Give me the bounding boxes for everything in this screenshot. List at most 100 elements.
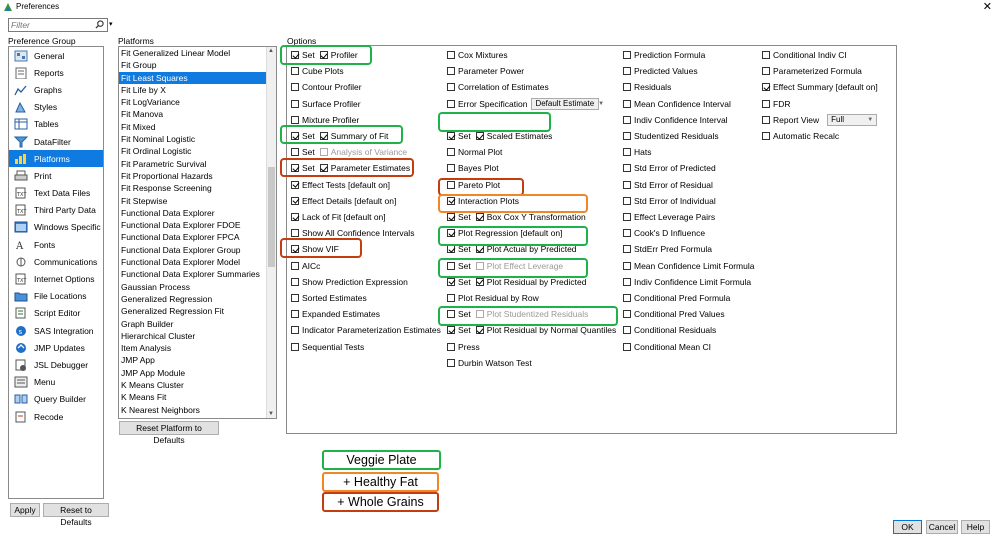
option-row[interactable]: AICc — [291, 260, 320, 272]
option-checkbox[interactable] — [291, 115, 299, 124]
option-row[interactable]: Pareto Plot — [447, 179, 500, 191]
option-row[interactable]: Indicator Parameterization Estimates — [291, 324, 441, 336]
option-checkbox[interactable] — [475, 326, 484, 335]
scrollbar-thumb[interactable] — [268, 167, 275, 267]
option-row[interactable]: Conditional Pred Formula — [623, 292, 730, 304]
platform-item[interactable]: Fit Group — [119, 59, 276, 71]
platform-item[interactable]: JMP App — [119, 354, 276, 366]
option-row[interactable]: Conditional Residuals — [623, 324, 716, 336]
option-checkbox[interactable] — [291, 326, 299, 335]
set-checkbox[interactable] — [447, 326, 455, 335]
option-row[interactable]: Effect Leverage Pairs — [623, 211, 715, 223]
option-checkbox[interactable] — [291, 196, 299, 205]
platform-item[interactable]: Fit Proportional Hazards — [119, 170, 276, 182]
set-checkbox[interactable] — [291, 132, 299, 140]
preference-group-item[interactable]: File Locations — [9, 288, 103, 305]
option-row[interactable]: Error Specification Default Estimate ▼ — [447, 97, 604, 110]
platform-item[interactable]: Graph Builder — [119, 318, 276, 330]
platform-item[interactable]: Functional Data Explorer Summaries — [119, 268, 276, 280]
set-checkbox[interactable] — [291, 164, 299, 173]
preference-group-item[interactable]: Script Editor — [9, 305, 103, 322]
option-row[interactable]: Indiv Confidence Interval — [623, 114, 728, 126]
option-checkbox[interactable] — [291, 261, 299, 270]
preference-group-item[interactable]: Reports — [9, 64, 103, 81]
option-row[interactable]: Set Profiler — [291, 49, 358, 61]
option-checkbox[interactable] — [623, 115, 631, 124]
platform-item[interactable]: Fit Stepwise — [119, 195, 276, 207]
option-checkbox[interactable] — [623, 164, 631, 173]
option-checkbox[interactable] — [291, 180, 299, 189]
option-row[interactable]: Bayes Plot — [447, 162, 499, 174]
platform-item[interactable]: Fit LogVariance — [119, 96, 276, 108]
preference-group-item[interactable]: Communications — [9, 253, 103, 270]
option-row[interactable]: Set Plot Residual by Normal Quantiles — [447, 324, 616, 336]
option-row[interactable]: Std Error of Residual — [623, 179, 713, 191]
option-checkbox[interactable] — [623, 83, 631, 92]
option-checkbox[interactable] — [762, 115, 770, 124]
option-checkbox[interactable] — [291, 342, 299, 351]
platform-item[interactable]: Fit Generalized Linear Model — [119, 47, 276, 59]
option-row[interactable]: Conditional Indiv CI — [762, 49, 847, 61]
platform-item[interactable]: Fit Mixed — [119, 121, 276, 133]
platforms-scrollbar[interactable]: ▲ ▼ — [266, 47, 276, 418]
set-checkbox[interactable] — [447, 132, 455, 140]
option-dropdown[interactable]: Full ▼ — [827, 113, 878, 126]
option-checkbox[interactable] — [447, 180, 455, 189]
option-checkbox[interactable] — [623, 148, 631, 157]
option-row[interactable]: Sequential Tests — [291, 341, 364, 353]
option-checkbox[interactable] — [291, 229, 299, 238]
preference-group-item[interactable]: Print — [9, 167, 103, 184]
option-checkbox[interactable] — [447, 358, 455, 367]
platform-item[interactable]: Gaussian Process — [119, 281, 276, 293]
filter-input[interactable] — [9, 19, 95, 31]
option-checkbox[interactable] — [623, 51, 631, 59]
option-row[interactable]: FDR — [762, 98, 790, 110]
platform-item[interactable]: K Means Fit — [119, 391, 276, 403]
option-row[interactable]: Effect Summary [default on] — [762, 81, 878, 93]
option-checkbox[interactable] — [762, 132, 770, 140]
set-checkbox[interactable] — [447, 261, 455, 270]
set-checkbox[interactable] — [447, 245, 455, 254]
search-icon[interactable] — [95, 20, 104, 29]
preference-group-item[interactable]: TXT Internet Options — [9, 270, 103, 287]
option-row[interactable]: Surface Profiler — [291, 98, 361, 110]
option-checkbox[interactable] — [291, 310, 299, 319]
platform-item[interactable]: Generalized Regression — [119, 293, 276, 305]
option-checkbox[interactable] — [762, 99, 770, 108]
option-checkbox[interactable] — [291, 294, 299, 302]
platform-item[interactable]: Item Analysis — [119, 342, 276, 354]
scroll-down-icon[interactable]: ▼ — [268, 411, 274, 417]
option-row[interactable]: Automatic Recalc — [762, 130, 839, 142]
option-checkbox[interactable] — [762, 83, 770, 92]
preference-group-item[interactable]: TXT Text Data Files — [9, 185, 103, 202]
preference-group-item[interactable]: Styles — [9, 99, 103, 116]
option-checkbox[interactable] — [447, 196, 455, 205]
platform-item[interactable]: Functional Data Explorer — [119, 207, 276, 219]
option-checkbox[interactable] — [319, 132, 328, 140]
platform-item[interactable]: Fit Manova — [119, 108, 276, 120]
option-checkbox[interactable] — [291, 83, 299, 92]
option-row[interactable]: Sorted Estimates — [291, 292, 367, 304]
option-checkbox[interactable] — [623, 229, 631, 238]
option-checkbox[interactable] — [623, 196, 631, 205]
option-checkbox[interactable] — [623, 326, 631, 335]
option-checkbox[interactable] — [447, 229, 455, 238]
option-row[interactable]: Parameterized Formula — [762, 65, 862, 77]
option-row[interactable]: Conditional Mean CI — [623, 341, 711, 353]
option-checkbox[interactable] — [762, 67, 770, 76]
preference-group-item[interactable]: Query Builder — [9, 391, 103, 408]
option-checkbox[interactable] — [291, 67, 299, 76]
preference-group-item[interactable]: A Fonts — [9, 236, 103, 253]
reset-to-defaults-button[interactable]: Reset to Defaults — [43, 503, 109, 527]
platform-item[interactable]: Generalized Regression Fit — [119, 305, 276, 317]
option-checkbox[interactable] — [447, 148, 455, 157]
option-row[interactable]: Mean Confidence Limit Formula — [623, 260, 754, 272]
option-row[interactable]: Std Error of Predicted — [623, 162, 716, 174]
option-checkbox[interactable] — [447, 294, 455, 302]
platform-item[interactable]: K Means Cluster — [119, 379, 276, 391]
option-row[interactable]: Correlation of Estimates — [447, 81, 549, 93]
preference-group-item[interactable]: General — [9, 47, 103, 64]
option-checkbox[interactable] — [291, 245, 299, 254]
preference-group-item[interactable]: JMP Updates — [9, 339, 103, 356]
filter-field[interactable] — [8, 18, 108, 32]
